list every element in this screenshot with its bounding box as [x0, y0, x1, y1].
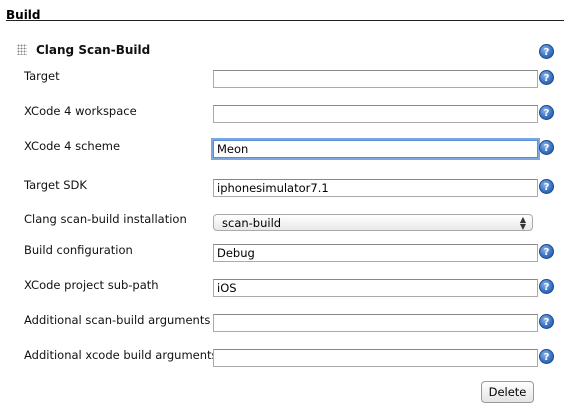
build-configuration-help-icon[interactable]: ?	[539, 244, 554, 259]
target-help-icon[interactable]: ?	[539, 70, 554, 85]
xcode4-scheme-input[interactable]	[213, 140, 538, 158]
builder-title: Clang Scan-Build	[36, 43, 151, 57]
xcode4-workspace-help-icon[interactable]: ?	[539, 105, 554, 120]
additional-xcodebuild-args-help-icon[interactable]: ?	[539, 349, 554, 364]
xcode4-workspace-input[interactable]	[213, 105, 538, 123]
target-sdk-label: Target SDK	[24, 178, 87, 192]
builder-help-icon[interactable]: ?	[539, 44, 554, 59]
target-input[interactable]	[213, 70, 538, 88]
target-sdk-help-icon[interactable]: ?	[539, 179, 554, 194]
clang-installation-select[interactable]: scan-build ▲ ▼	[213, 214, 533, 231]
target-label: Target	[24, 69, 60, 83]
xcode-project-subpath-help-icon[interactable]: ?	[539, 279, 554, 294]
xcode4-scheme-help-icon[interactable]: ?	[539, 140, 554, 155]
additional-xcodebuild-args-input[interactable]	[213, 349, 538, 367]
section-divider	[6, 20, 564, 21]
drag-handle-icon[interactable]	[17, 44, 27, 55]
additional-scanbuild-args-label: Additional scan-build arguments	[24, 313, 211, 327]
xcode4-workspace-label: XCode 4 workspace	[24, 104, 137, 118]
clang-installation-label: Clang scan-build installation	[24, 212, 187, 226]
select-arrows-icon: ▲ ▼	[519, 215, 526, 231]
delete-button[interactable]: Delete	[481, 381, 534, 403]
additional-xcodebuild-args-label: Additional xcode build arguments	[24, 348, 218, 362]
xcode-project-subpath-label: XCode project sub-path	[24, 278, 159, 292]
build-configuration-label: Build configuration	[24, 243, 133, 257]
xcode-project-subpath-input[interactable]	[213, 279, 538, 297]
additional-scanbuild-args-input[interactable]	[213, 314, 538, 332]
build-configuration-input[interactable]	[213, 244, 538, 262]
additional-scanbuild-args-help-icon[interactable]: ?	[539, 314, 554, 329]
xcode4-scheme-label: XCode 4 scheme	[24, 139, 121, 153]
target-sdk-input[interactable]	[213, 179, 538, 197]
clang-installation-value: scan-build	[222, 216, 282, 230]
